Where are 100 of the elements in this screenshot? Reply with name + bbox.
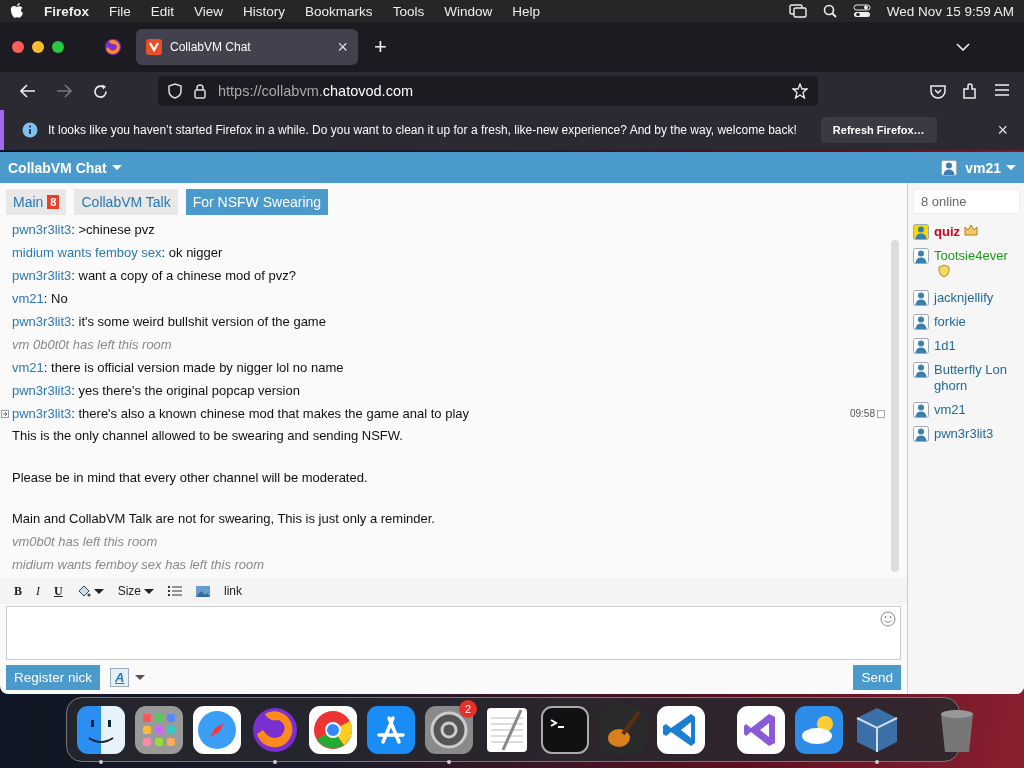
- fox-globe-icon[interactable]: [104, 38, 122, 56]
- reload-icon[interactable]: [92, 83, 108, 99]
- chat-message: pwn3r3lit3: yes there's the original popcap version: [12, 383, 300, 398]
- user-avatar-icon[interactable]: [913, 224, 929, 240]
- pocket-icon[interactable]: [930, 83, 946, 99]
- unread-badge: 8: [47, 195, 60, 209]
- user-avatar-icon[interactable]: [913, 426, 929, 442]
- menu-item[interactable]: Help: [512, 3, 540, 19]
- browser-tab[interactable]: CollabVM Chat ×: [136, 29, 358, 65]
- user-avatar-icon[interactable]: [913, 362, 929, 378]
- user-name[interactable]: quiz: [934, 224, 1012, 240]
- dock-item[interactable]: 2: [423, 703, 475, 756]
- puzzle-piece-icon[interactable]: [962, 83, 978, 99]
- checkbox-icon[interactable]: [877, 409, 885, 418]
- menu-item[interactable]: File: [109, 3, 131, 19]
- screen-mirroring-icon[interactable]: [788, 4, 807, 18]
- user-name[interactable]: vm21: [934, 402, 1012, 418]
- refresh-firefox-button[interactable]: Refresh Firefox…: [820, 117, 937, 143]
- underline-button[interactable]: U: [54, 583, 63, 599]
- dock-item[interactable]: [793, 703, 845, 756]
- menu-item[interactable]: History: [243, 3, 286, 19]
- user-name[interactable]: jacknjellify: [934, 290, 1012, 306]
- close-tab-button[interactable]: ×: [337, 36, 348, 58]
- dock-item[interactable]: [307, 703, 359, 756]
- zoom-window-button[interactable]: [52, 41, 64, 53]
- user-avatar-icon[interactable]: [913, 248, 929, 264]
- user-name[interactable]: Butterfly Longhorn: [934, 362, 1012, 394]
- notice-paragraph: Main and CollabVM Talk are not for swearing, This is just only a reminder.: [12, 510, 436, 529]
- menu-item[interactable]: Tools: [392, 3, 425, 19]
- italic-button[interactable]: I: [36, 583, 40, 599]
- system-message: vm0b0t has left this room: [12, 534, 158, 549]
- chat-message: vm21: No: [12, 291, 68, 306]
- scrollbar[interactable]: [891, 240, 899, 572]
- crown-icon: [963, 224, 978, 236]
- letter-a-icon: [365, 703, 417, 756]
- smiley-icon[interactable]: [880, 611, 896, 627]
- menu-item[interactable]: Bookmarks: [305, 3, 373, 19]
- lock-icon[interactable]: [194, 83, 206, 99]
- user-name[interactable]: 1d1: [934, 338, 1012, 354]
- close-button[interactable]: ×: [991, 118, 1014, 142]
- info-icon: [22, 122, 38, 138]
- chat-message: pwn3r3lit3: want a copy of a chinese mod of pvz?: [12, 268, 296, 283]
- bold-button[interactable]: B: [14, 583, 22, 599]
- dock-item[interactable]: [365, 703, 417, 756]
- dock-item[interactable]: [735, 703, 787, 756]
- dock-item[interactable]: [655, 703, 707, 756]
- room-tab[interactable]: Main 8: [6, 189, 67, 215]
- shield-icon: [938, 264, 950, 278]
- user-name[interactable]: forkie: [934, 314, 1012, 330]
- dock-item[interactable]: [133, 703, 185, 756]
- new-tab-button[interactable]: +: [374, 34, 387, 60]
- notice-paragraph: Please be in mind that every other channel will be moderated.: [12, 468, 369, 487]
- notification-text: It looks like you haven’t started Firefox in a while. Do you want to clean it up for a fresh, like-new experience? And by the way, welcome back!: [48, 123, 797, 137]
- user-avatar-icon[interactable]: [913, 402, 929, 418]
- bullet-list-icon[interactable]: [168, 585, 183, 597]
- menu-item[interactable]: Firefox: [44, 3, 89, 19]
- search-icon[interactable]: [822, 4, 837, 18]
- dock-item[interactable]: [191, 703, 243, 756]
- online-count: 8 online: [913, 189, 1020, 214]
- expand-icon[interactable]: [1, 409, 9, 418]
- terminal-icon: [539, 703, 591, 756]
- minimize-window-button[interactable]: [32, 41, 44, 53]
- room-tab[interactable]: CollabVM Talk: [74, 189, 178, 215]
- system-message: midium wants femboy sex has left this room: [12, 557, 265, 572]
- chat-message: pwn3r3lit3: there's also a known chinese mod that makes the game anal to play: [12, 406, 470, 421]
- control-center-icon[interactable]: [852, 4, 871, 18]
- user-avatar-icon[interactable]: [913, 338, 929, 354]
- menu-icon[interactable]: [994, 83, 1010, 97]
- star-icon[interactable]: [792, 83, 808, 99]
- size-dropdown[interactable]: Size: [117, 584, 155, 598]
- user-name[interactable]: Tootsie4ever: [934, 248, 1012, 282]
- message-input[interactable]: [6, 606, 901, 660]
- chevron-down-icon[interactable]: [956, 43, 970, 51]
- chat-message: pwn3r3lit3: >chinese pvz: [12, 222, 155, 237]
- dock-item[interactable]: [539, 703, 591, 756]
- notification-badge: 2: [459, 699, 477, 718]
- ribbon-icon: [735, 703, 787, 756]
- smiling-face-icon: [75, 703, 127, 756]
- close-window-button[interactable]: [12, 41, 24, 53]
- image-icon[interactable]: [196, 585, 211, 597]
- user-avatar-icon[interactable]: [913, 314, 929, 330]
- user-avatar-icon[interactable]: [913, 290, 929, 306]
- fill-color-button[interactable]: [76, 584, 104, 598]
- back-arrow-icon[interactable]: [20, 84, 36, 98]
- system-message: vm 0b0t0t has left this room: [12, 337, 172, 352]
- user-name[interactable]: pwn3r3lit3: [934, 426, 1012, 442]
- message-time: 09:58: [849, 408, 875, 419]
- menu-bar-clock[interactable]: Wed Nov 15 9:59 AM: [886, 3, 1014, 19]
- menu-item[interactable]: Window: [444, 3, 493, 19]
- chat-message: vm21: there is official version made by nigger lol no name: [12, 360, 344, 375]
- forward-arrow-icon[interactable]: [56, 84, 72, 98]
- shield-icon[interactable]: [168, 83, 182, 99]
- menu-item[interactable]: Edit: [150, 3, 175, 19]
- apple-logo-icon[interactable]: [10, 3, 24, 19]
- link-button[interactable]: link: [224, 584, 243, 598]
- user-avatar-icon[interactable]: [941, 159, 958, 176]
- cloud-sun-icon: [793, 703, 845, 756]
- menu-item[interactable]: View: [194, 3, 224, 19]
- address-bar[interactable]: https://collabvm.chatovod.com: [158, 76, 818, 106]
- app-grid-icon: [133, 703, 185, 756]
